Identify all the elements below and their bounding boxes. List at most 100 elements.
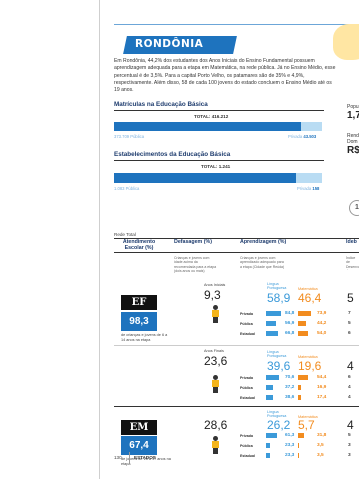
viewer-background (0, 0, 100, 479)
col-atendimento: Atendimento Escolar (%) (122, 239, 156, 251)
etapa-em: EM (121, 420, 157, 435)
estabelecimentos-privada-label: Privada (297, 186, 312, 191)
lp-value: 23,3 (285, 442, 295, 448)
mt-bar (298, 375, 308, 380)
lp-value: 84,8 (285, 310, 295, 316)
mt-value: 73,9 (317, 310, 327, 316)
lp-value: 37,2 (285, 384, 295, 390)
anos-iniciais-defasagem: 9,3 (204, 288, 221, 302)
mt-bar (298, 443, 299, 448)
anos-finais-defasagem: 23,6 (204, 354, 228, 368)
etapa-ef: EF (121, 295, 157, 310)
rede-row-label: Estadual (240, 396, 255, 400)
student-figure-icon (211, 375, 220, 393)
ideb-row-value: 3 (348, 452, 351, 458)
lp-bar (266, 443, 271, 448)
state-title: RONDÔNIA (135, 38, 204, 50)
lp-bar (266, 385, 273, 390)
ideb-row-value: 7 (348, 310, 351, 316)
estabelecimentos-publica-fill (114, 173, 296, 183)
mt-value: 3,5 (317, 442, 324, 448)
ideb-row-value: 5 (348, 320, 351, 326)
anos-finais-label: Anos Finais (204, 349, 224, 353)
mt-bar (298, 433, 304, 438)
mt-value: 31,8 (317, 432, 327, 438)
em-defasagem: 28,6 (204, 418, 228, 432)
lp-bar (266, 395, 273, 400)
lp-bar (266, 321, 277, 326)
rede-row-label: Pública (240, 444, 253, 448)
row-separator (114, 345, 359, 346)
header-rule-bottom (114, 252, 359, 253)
estabelecimentos-privada-value: 158 (312, 186, 320, 191)
lp-value: 23,3 (285, 452, 295, 458)
intro-paragraph: Em Rondônia, 44,2% dos estudantes dos An… (114, 58, 336, 94)
estabelecimentos-rule (114, 160, 324, 161)
mt-value: 44,2 (317, 320, 327, 326)
document-viewer: RONDÔNIA Em Rondônia, 44,2% dos estudant… (0, 0, 359, 479)
lp-bar (266, 453, 271, 458)
mt-bar (298, 321, 306, 326)
matriculas-title: Matrículas na Educação Básica (114, 101, 208, 108)
rede-row-label: Pública (240, 322, 253, 326)
ideb-row-value: 3 (348, 442, 351, 448)
em-ideb-value: 4 (347, 418, 354, 432)
lp-value: 38,6 (285, 394, 295, 400)
ideb-row-value: 6 (348, 374, 351, 380)
mt-bar (298, 331, 308, 336)
estabelecimentos-title: Estabelecimentos da Educação Básica (114, 151, 231, 158)
matriculas-privada-label: Privada (288, 134, 303, 139)
matriculas-rule (114, 110, 324, 111)
col-aprendizagem: Aprendizagem (%) (240, 239, 287, 245)
lp-bar (266, 433, 278, 438)
page-number: 130 (114, 455, 122, 460)
rede-row-label: Pública (240, 386, 253, 390)
rede-label: Rede Total (114, 232, 136, 237)
lp-bar (266, 311, 282, 316)
lp-value: 61,3 (285, 432, 295, 438)
mt-value: 16,9 (317, 384, 327, 390)
matriculas-privada: Privada 43.503 (288, 134, 316, 139)
rede-row-label: Privada (240, 434, 253, 438)
footer-section: ESTADOS (134, 455, 156, 460)
matriculas-total: TOTAL: 416.212 (194, 114, 229, 119)
rede-row-label: Estadual (240, 332, 255, 336)
mt-bar (298, 453, 299, 458)
ideb-row-value: 4 (348, 394, 351, 400)
lp-value: 66,8 (285, 330, 295, 336)
indicator-circle: 1 (349, 200, 359, 216)
ef-atendimento: 98,3 (121, 312, 157, 331)
mt-value: 54,0 (317, 330, 327, 336)
state-map-icon (333, 24, 359, 60)
em-mt-value: 5,7 (298, 418, 315, 432)
matriculas-bar (114, 122, 322, 131)
estabelecimentos-privada: Privada 158 (297, 186, 319, 191)
col-ideb: Ideb (346, 239, 357, 245)
af-ideb-value: 4 (347, 359, 354, 373)
lp-bar (266, 375, 279, 380)
estabelecimentos-total: TOTAL: 1.241 (201, 164, 231, 169)
mt-value: 3,5 (317, 452, 324, 458)
mt-bar (298, 395, 302, 400)
income-value: R$ (347, 145, 359, 156)
student-figure-icon (211, 305, 220, 323)
lp-value: 70,6 (285, 374, 295, 380)
ef-em-divider (114, 406, 359, 407)
rede-row-label: Privada (240, 312, 253, 316)
ideb-row-value: 6 (348, 330, 351, 336)
population-value: 1,7 (347, 110, 359, 121)
lp-value: 56,9 (285, 320, 295, 326)
estabelecimentos-bar (114, 173, 322, 183)
em-atendimento: 67,4 (121, 436, 157, 455)
col-defasagem: Defasagem (%) (174, 239, 212, 245)
ideb-row-value: 4 (348, 384, 351, 390)
ef-atendimento-desc: de crianças e jovens de 6 a 14 anos na e… (121, 333, 168, 342)
ideb-row-value: 5 (348, 432, 351, 438)
matriculas-privada-value: 43.503 (303, 134, 317, 139)
report-page: RONDÔNIA Em Rondônia, 44,2% dos estudant… (101, 0, 359, 479)
estabelecimentos-publica-label: 1.083 Pública (114, 186, 140, 191)
rede-row-label: Privada (240, 376, 253, 380)
ideb-subheader: Índice de Desenvolvimento da Educação Bá… (346, 256, 359, 270)
em-lp-value: 26,2 (267, 418, 291, 432)
af-mt-value: 19,6 (298, 359, 322, 373)
